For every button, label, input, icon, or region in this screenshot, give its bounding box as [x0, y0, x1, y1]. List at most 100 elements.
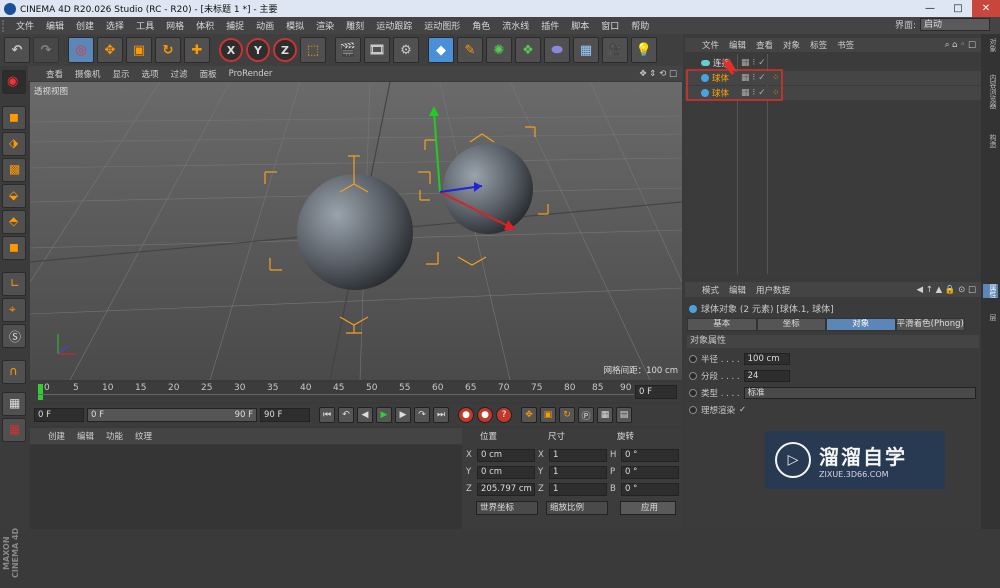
play-button[interactable]: ▶ [376, 407, 392, 423]
array-button[interactable]: ❖ [515, 37, 541, 63]
record-button[interactable]: ● [458, 407, 474, 423]
objects-menu-objects[interactable]: 对象 [778, 39, 805, 51]
attr-menu-mode[interactable]: 模式 [697, 284, 724, 296]
material-menu-edit[interactable]: 编辑 [71, 430, 100, 442]
undo-button[interactable]: ↶ [4, 37, 30, 63]
ideal-render-animate-icon[interactable] [689, 406, 697, 414]
next-key-button[interactable]: ↷ [414, 407, 430, 423]
rotation-h-field[interactable]: 0 ° [621, 448, 679, 462]
menu-script[interactable]: 脚本 [565, 19, 595, 32]
subdivision-button[interactable]: ✺ [486, 37, 512, 63]
tab-structure-vertical[interactable]: 构造 [983, 134, 998, 148]
axis-mode-button[interactable]: ∟ [2, 272, 26, 296]
floor-button[interactable]: ▦ [573, 37, 599, 63]
cube-button[interactable]: ◆ [428, 37, 454, 63]
radius-field[interactable]: 100 cm [743, 353, 790, 365]
go-to-start-button[interactable]: ⏮ [319, 407, 335, 423]
uv-mode-button[interactable]: ◼ [2, 236, 26, 260]
texture-mode-button[interactable]: ▩ [2, 158, 26, 182]
menu-tools[interactable]: 工具 [130, 19, 160, 32]
edges-mode-button[interactable]: ⬙ [2, 184, 26, 208]
segments-field[interactable]: 24 [743, 370, 790, 382]
scale-button[interactable]: ▣ [126, 37, 152, 63]
pen-button[interactable]: ✎ [457, 37, 483, 63]
menu-create[interactable]: 创建 [70, 19, 100, 32]
menu-mograph[interactable]: 运动图形 [418, 19, 466, 32]
menu-file[interactable]: 文件 [10, 19, 40, 32]
menu-animate[interactable]: 动画 [250, 19, 280, 32]
material-menu-create[interactable]: 创建 [42, 430, 71, 442]
tab-object[interactable]: 对象 [826, 318, 896, 331]
menu-sculpt[interactable]: 雕刻 [340, 19, 370, 32]
coordinate-system-button[interactable]: ⬚ [300, 37, 326, 63]
position-x-field[interactable]: 0 cm [477, 448, 535, 462]
tab-objects-vertical[interactable]: 对象 [983, 38, 998, 52]
points-mode-button[interactable]: ⬗ [2, 132, 26, 156]
menu-motion-tracker[interactable]: 运动跟踪 [370, 19, 418, 32]
deformer-button[interactable]: ⬬ [544, 37, 570, 63]
objects-menu-view[interactable]: 查看 [751, 39, 778, 51]
snap-button[interactable]: Ⓢ [2, 324, 26, 348]
tab-layers-vertical[interactable]: 层 [983, 314, 998, 321]
timeline-window-button[interactable]: ▤ [616, 407, 632, 423]
size-z-field[interactable]: 1 [549, 482, 607, 496]
attr-menu-edit[interactable]: 编辑 [724, 284, 751, 296]
object-mode-button[interactable]: ◼ [2, 106, 26, 130]
size-y-field[interactable]: 1 [549, 465, 607, 479]
tab-attributes-vertical[interactable]: 属性 [983, 284, 998, 298]
x-axis-button[interactable]: X [219, 38, 243, 62]
autokey-button[interactable]: ● [477, 407, 493, 423]
menu-render[interactable]: 渲染 [310, 19, 340, 32]
frame-range-slider[interactable]: 0 F 90 F [87, 408, 257, 422]
live-select-button[interactable]: ◎ [68, 37, 94, 63]
timeline-ruler[interactable]: 0 5 10 15 20 25 30 35 40 45 50 55 60 65 … [30, 382, 683, 402]
material-list-area[interactable] [30, 445, 462, 529]
world-coordinates-select[interactable]: 世界坐标 [476, 501, 538, 515]
attr-nav-icons[interactable]: ◀ ↑ ▲ 🔒 ⊙ □ [912, 285, 981, 295]
menu-simulate[interactable]: 模拟 [280, 19, 310, 32]
viewport-menu-display[interactable]: 显示 [107, 68, 136, 80]
current-frame-field[interactable]: 0 F [635, 385, 677, 399]
material-menu-texture[interactable]: 纹理 [129, 430, 158, 442]
viewport-menu-prorender[interactable]: ProRender [223, 69, 279, 79]
model-mode-button[interactable]: ◉ [2, 70, 26, 94]
render-picture-viewer-button[interactable]: 🎞 [364, 37, 390, 63]
menu-character[interactable]: 角色 [466, 19, 496, 32]
ideal-render-checkbox[interactable]: ✓ [739, 405, 746, 415]
rotation-b-field[interactable]: 0 ° [621, 482, 679, 496]
type-animate-icon[interactable] [689, 389, 697, 397]
go-to-end-button[interactable]: ⏭ [433, 407, 449, 423]
menu-help[interactable]: 帮助 [625, 19, 655, 32]
rotate-button[interactable]: ↻ [155, 37, 181, 63]
type-select[interactable]: 标准 [743, 387, 976, 399]
scale-mode-select[interactable]: 缩放比例 [546, 501, 608, 515]
rotation-p-field[interactable]: 0 ° [621, 465, 679, 479]
radius-animate-icon[interactable] [689, 355, 697, 363]
material-menu-function[interactable]: 功能 [100, 430, 129, 442]
position-y-field[interactable]: 0 cm [477, 465, 535, 479]
size-x-field[interactable]: 1 [549, 448, 607, 462]
attr-menu-userdata[interactable]: 用户数据 [751, 284, 795, 296]
tab-coord[interactable]: 坐标 [756, 318, 826, 331]
magnet-button[interactable]: ∩ [2, 360, 26, 384]
viewport-menu-view[interactable]: 查看 [40, 68, 69, 80]
z-axis-button[interactable]: Z [273, 38, 297, 62]
tab-basic[interactable]: 基本 [687, 318, 757, 331]
key-parameter-button[interactable]: Ⓟ [578, 407, 594, 423]
menu-snap[interactable]: 捕捉 [220, 19, 250, 32]
key-scale-button[interactable]: ▣ [540, 407, 556, 423]
viewport-menu-panel[interactable]: 面板 [194, 68, 223, 80]
end-frame-field[interactable]: 90 F [260, 408, 310, 422]
light-button[interactable]: 💡 [631, 37, 657, 63]
keyframe-selection-button[interactable]: ? [496, 407, 512, 423]
menu-volume[interactable]: 体积 [190, 19, 220, 32]
workplane-button[interactable]: ▦ [2, 418, 26, 442]
y-axis-button[interactable]: Y [246, 38, 270, 62]
redo-button[interactable]: ↷ [33, 37, 59, 63]
menu-mesh[interactable]: 网格 [160, 19, 190, 32]
viewport-menu-options[interactable]: 选项 [136, 68, 165, 80]
tweak-mode-button[interactable]: ⌖ [2, 298, 26, 322]
tab-content-browser-vertical[interactable]: 内容浏览器 [983, 74, 998, 109]
segments-animate-icon[interactable] [689, 372, 697, 380]
menu-plugins[interactable]: 插件 [535, 19, 565, 32]
